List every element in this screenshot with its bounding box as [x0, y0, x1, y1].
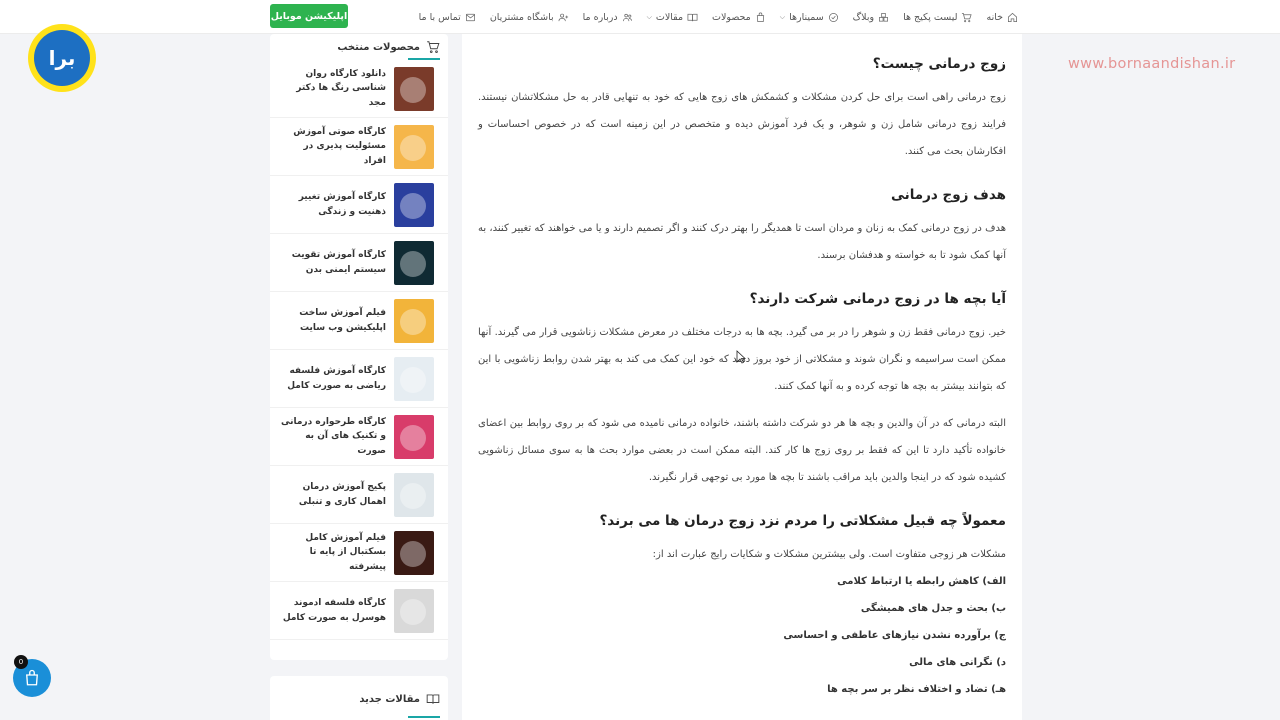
product-item[interactable]: کارگاه طرحواره درمانی و تکنیک های آن به … — [270, 408, 448, 466]
nav-item-home[interactable]: خانه — [986, 12, 1018, 23]
heading-children: آیا بچه ها در زوج درمانی شرکت دارند؟ — [749, 291, 1006, 307]
cart-count-badge: 0 — [14, 655, 28, 669]
paragraph-problems-intro: مشکلات هر زوجی متفاوت است. ولی بیشترین م… — [652, 549, 1006, 560]
product-thumbnail[interactable] — [394, 124, 434, 169]
product-title[interactable]: کارگاه صوتی آموزش مسئولیت پذیری در افراد — [280, 125, 386, 168]
nav-item-about[interactable]: درباره ما — [583, 12, 633, 23]
badge-icon — [828, 12, 838, 22]
product-item[interactable]: کارگاه آموزش تغییر ذهنیت و زندگی — [270, 176, 448, 234]
product-title[interactable]: فیلم آموزش ساخت اپلیکیشن وب سایت — [280, 306, 386, 335]
paragraph-intro: زوج درمانی راهی است برای حل کردن مشکلات … — [478, 92, 1006, 157]
product-thumbnail[interactable] — [394, 66, 434, 111]
nav-item-contact[interactable]: تماس با ما — [419, 12, 476, 23]
product-title[interactable]: پکیج آموزش درمان اهمال کاری و تنبلی — [280, 480, 386, 509]
chevron-down-icon: ⌵ — [646, 12, 652, 21]
cart-icon — [962, 12, 973, 22]
mobile-app-button[interactable]: اپلیکیشن موبایل — [270, 4, 348, 28]
cart-icon — [427, 41, 440, 54]
mail-icon — [465, 13, 475, 21]
product-item[interactable]: کارگاه آموزش تقویت سیستم ایمنی بدن — [270, 234, 448, 292]
list-item: ب) بحث و جدل های همیشگی — [860, 603, 1006, 614]
product-list: دانلود کارگاه روان شناسی رنگ ها دکتر مجد… — [270, 60, 448, 640]
shopping-bag-icon — [26, 669, 38, 686]
boxes-icon — [879, 12, 889, 22]
bag-icon — [756, 12, 764, 22]
book-icon — [687, 13, 698, 21]
new-articles-header: مقالات جدید — [270, 676, 448, 720]
list-item: الف) کاهش رابطه یا ارتباط کلامی — [837, 576, 1006, 587]
watermark-url: www.bornaandishan.ir — [1068, 56, 1236, 72]
new-articles-widget: مقالات جدید — [270, 676, 448, 720]
product-item[interactable]: پکیج آموزش درمان اهمال کاری و تنبلی — [270, 466, 448, 524]
featured-products-sidebar: محصولات منتخب دانلود کارگاه روان شناسی ر… — [270, 34, 448, 660]
user-plus-icon — [558, 13, 568, 21]
new-articles-title: مقالات جدید — [359, 693, 420, 705]
product-item[interactable]: دانلود کارگاه روان شناسی رنگ ها دکتر مجد — [270, 60, 448, 118]
paragraph-family-therapy: البته درمانی که در آن والدین و بچه ها هر… — [478, 418, 1006, 483]
product-title[interactable]: کارگاه فلسفه ادموند هوسرل به صورت کامل — [280, 596, 386, 625]
product-item[interactable]: کارگاه آموزش فلسفه ریاضی به صورت کامل — [270, 350, 448, 408]
nav-item-articles[interactable]: مقالات ⌵ — [647, 12, 698, 23]
users-icon — [622, 13, 632, 21]
product-thumbnail[interactable] — [394, 356, 434, 401]
paragraph-goal: هدف در زوج درمانی کمک به زنان و مردان اس… — [478, 223, 1006, 261]
product-thumbnail[interactable] — [394, 182, 434, 227]
product-item[interactable]: کارگاه فلسفه ادموند هوسرل به صورت کامل — [270, 582, 448, 640]
featured-products-header: محصولات منتخب — [270, 34, 448, 60]
product-title[interactable]: کارگاه آموزش تقویت سیستم ایمنی بدن — [280, 248, 386, 277]
nav-item-packages[interactable]: لیست پکیج ها — [903, 12, 973, 23]
site-logo[interactable]: برا — [28, 24, 96, 92]
product-thumbnail[interactable] — [394, 298, 434, 343]
product-title[interactable]: کارگاه آموزش فلسفه ریاضی به صورت کامل — [280, 364, 386, 393]
product-title[interactable]: کارگاه آموزش تغییر ذهنیت و زندگی — [280, 190, 386, 219]
product-thumbnail[interactable] — [394, 414, 434, 459]
main-nav: خانه لیست پکیج ها وبلاگ سمینارها ⌵ محصول… — [419, 0, 1018, 34]
sidebar-title: محصولات منتخب — [337, 41, 420, 53]
product-title[interactable]: کارگاه طرحواره درمانی و تکنیک های آن به … — [280, 415, 386, 458]
mouse-cursor-icon — [736, 350, 746, 364]
product-title[interactable]: دانلود کارگاه روان شناسی رنگ ها دکتر مجد — [280, 67, 386, 110]
chevron-down-icon: ⌵ — [779, 12, 786, 21]
article-content: زوج درمانی چیست؟ زوج درمانی راهی است برا… — [462, 34, 1022, 720]
product-thumbnail[interactable] — [394, 472, 434, 517]
list-item: ج) برآورده نشدن نیازهای عاطفی و احساسی — [783, 630, 1006, 641]
heading-common-problems: معمولاً چه قبیل مشکلاتی را مردم نزد زوج … — [599, 513, 1006, 529]
product-thumbnail[interactable] — [394, 588, 434, 633]
product-title[interactable]: فیلم آموزش کامل بسکتبال از پایه تا پیشرف… — [280, 531, 386, 574]
nav-item-blog[interactable]: وبلاگ — [853, 12, 889, 23]
product-item[interactable]: کارگاه صوتی آموزش مسئولیت پذیری در افراد — [270, 118, 448, 176]
top-navbar: خانه لیست پکیج ها وبلاگ سمینارها ⌵ محصول… — [0, 0, 1280, 34]
heading-goal: هدف زوج درمانی — [891, 187, 1006, 203]
book-icon — [426, 694, 440, 704]
product-item[interactable]: فیلم آموزش ساخت اپلیکیشن وب سایت — [270, 292, 448, 350]
nav-item-customer-club[interactable]: باشگاه مشتریان — [490, 12, 569, 23]
list-item: د) نگرانی های مالی — [909, 657, 1006, 668]
nav-item-products[interactable]: محصولات — [712, 12, 766, 23]
nav-item-seminars[interactable]: سمینارها ⌵ — [780, 12, 839, 23]
home-icon — [1008, 12, 1017, 22]
product-thumbnail[interactable] — [394, 240, 434, 285]
product-thumbnail[interactable] — [394, 530, 434, 575]
heading-what-is-couple-therapy: زوج درمانی چیست؟ — [872, 56, 1006, 72]
list-item: هـ) تضاد و اختلاف نظر بر سر بچه ها — [827, 684, 1006, 695]
product-item[interactable]: فیلم آموزش کامل بسکتبال از پایه تا پیشرف… — [270, 524, 448, 582]
